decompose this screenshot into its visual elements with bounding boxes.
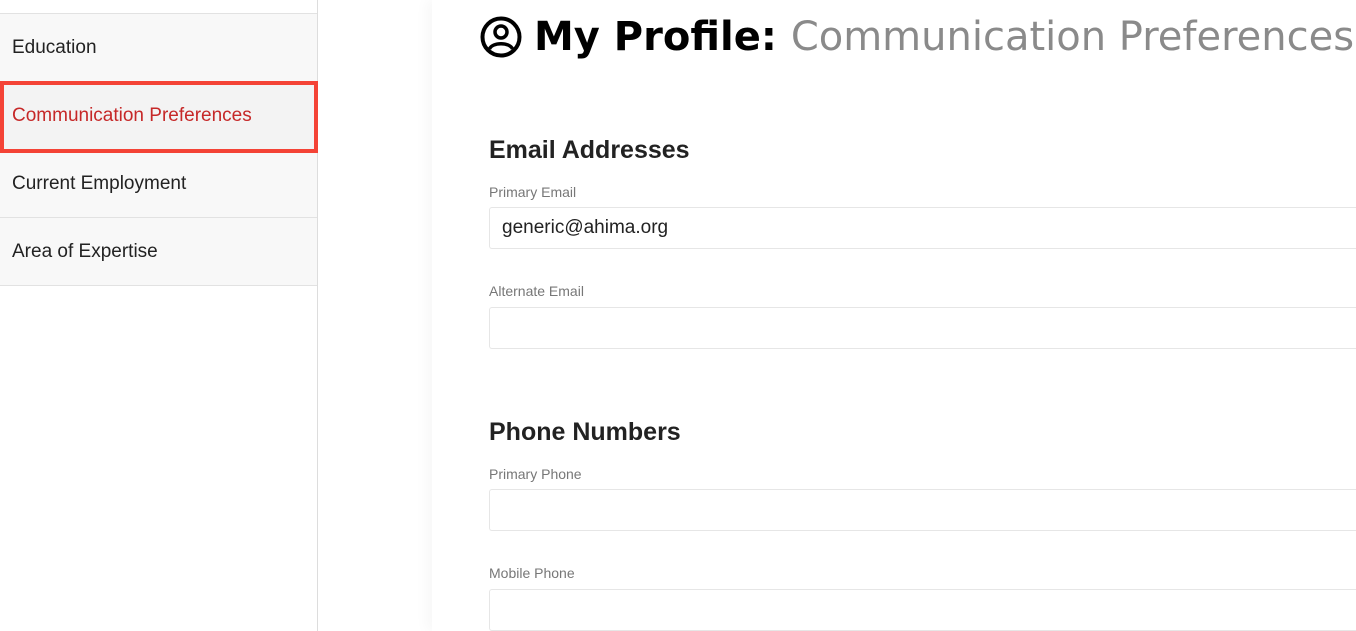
page-title: My Profile: Communication Preferences bbox=[480, 12, 1354, 62]
page: Education Communication Preferences Curr… bbox=[0, 0, 1356, 631]
content-gutter bbox=[318, 0, 432, 631]
primary-email-label: Primary Email bbox=[489, 184, 577, 200]
sidebar-item-area-of-expertise[interactable]: Area of Expertise bbox=[0, 218, 317, 286]
sidebar-item-label: Communication Preferences bbox=[12, 104, 252, 126]
phone-section-heading: Phone Numbers bbox=[489, 418, 681, 446]
sidebar-list: Education Communication Preferences Curr… bbox=[0, 13, 317, 286]
sidebar-item-label: Area of Expertise bbox=[12, 240, 158, 262]
sidebar-item-label: Current Employment bbox=[12, 172, 187, 194]
sidebar-item-education[interactable]: Education bbox=[0, 14, 317, 82]
sidebar-item-current-employment[interactable]: Current Employment bbox=[0, 150, 317, 218]
sidebar-item-label: Education bbox=[12, 36, 97, 58]
primary-email-field[interactable] bbox=[489, 207, 1356, 249]
primary-phone-field[interactable] bbox=[489, 489, 1356, 531]
page-title-section: Communication Preferences bbox=[790, 14, 1355, 60]
user-circle-icon bbox=[480, 16, 522, 58]
primary-phone-label: Primary Phone bbox=[489, 466, 582, 482]
sidebar-item-communication-preferences[interactable]: Communication Preferences bbox=[0, 82, 317, 150]
mobile-phone-field[interactable] bbox=[489, 589, 1356, 631]
page-title-prefix: My Profile: bbox=[534, 14, 777, 60]
profile-sidebar: Education Communication Preferences Curr… bbox=[0, 0, 318, 631]
email-section-heading: Email Addresses bbox=[489, 136, 690, 164]
mobile-phone-label: Mobile Phone bbox=[489, 565, 575, 581]
main-content: My Profile: Communication Preferences Em… bbox=[432, 0, 1356, 631]
alternate-email-label: Alternate Email bbox=[489, 283, 584, 299]
alternate-email-field[interactable] bbox=[489, 307, 1356, 349]
